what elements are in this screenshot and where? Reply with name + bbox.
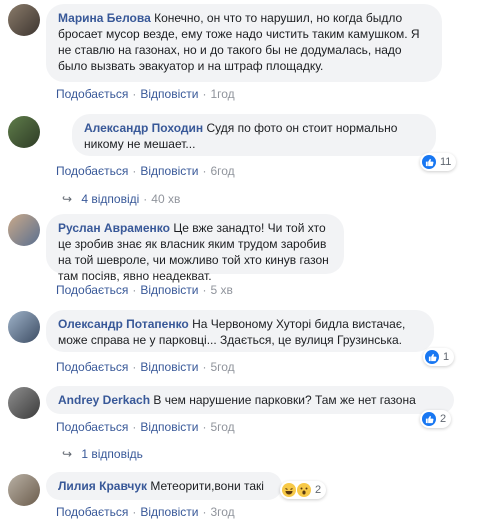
comment-author[interactable]: Руслан Авраменко: [58, 221, 170, 235]
like-icon: [422, 412, 436, 426]
separator-dot: ·: [132, 283, 137, 297]
reaction-count: 2: [315, 484, 322, 496]
separator-dot: ·: [202, 283, 207, 297]
separator-dot: ·: [132, 360, 137, 374]
comment-bubble: Andrey Derkach В чем нарушение парковки?…: [46, 386, 454, 414]
like-link[interactable]: Подобається: [56, 164, 128, 178]
comment-actions: Подобається · Відповісти · 6год: [56, 164, 235, 178]
reply-link[interactable]: Відповісти: [140, 283, 198, 297]
like-link[interactable]: Подобається: [56, 87, 128, 101]
comment-time[interactable]: 1год: [210, 87, 234, 101]
separator-dot: ·: [132, 420, 137, 434]
comment-text: В чем нарушение парковки? Там же нет газ…: [153, 393, 416, 407]
comment-time[interactable]: 6год: [210, 164, 234, 178]
comment-actions: Подобається · Відповісти · 1год: [56, 87, 235, 101]
reaction-badge[interactable]: 2: [280, 481, 327, 499]
reply-arrow-icon: ↪: [62, 447, 73, 461]
separator-dot: ·: [202, 505, 207, 519]
separator-dot: ·: [202, 420, 207, 434]
comment-time[interactable]: 3год: [210, 505, 234, 519]
comment-time[interactable]: 5год: [210, 360, 234, 374]
comment-author[interactable]: Александр Походин: [84, 121, 203, 135]
comment-author[interactable]: Лилия Кравчук: [58, 479, 147, 493]
avatar[interactable]: [8, 387, 40, 419]
reaction-badge[interactable]: 1: [423, 348, 455, 366]
replies-count[interactable]: 4 відповіді: [81, 192, 139, 206]
reply-link[interactable]: Відповісти: [140, 505, 198, 519]
reaction-count: 1: [443, 351, 450, 363]
like-link[interactable]: Подобається: [56, 505, 128, 519]
reaction-badge[interactable]: 2: [420, 410, 452, 428]
like-icon: [425, 350, 439, 364]
reaction-badge[interactable]: 11: [420, 153, 457, 171]
comment-bubble: Руслан Авраменко Це вже занадто! Чи той …: [46, 214, 344, 283]
like-link[interactable]: Подобається: [56, 360, 128, 374]
haha-icon: [282, 483, 296, 497]
avatar[interactable]: [8, 116, 40, 148]
view-replies[interactable]: ↪ 4 відповіді · 40 хв: [62, 192, 180, 206]
comment-bubble: Олександр Потапенко На Червоному Хуторі …: [46, 310, 434, 352]
reply-link[interactable]: Відповісти: [140, 87, 198, 101]
view-replies[interactable]: ↪ 1 відповідь: [62, 447, 143, 461]
wow-icon: [297, 483, 311, 497]
comment-author[interactable]: Andrey Derkach: [58, 393, 150, 407]
reply-arrow-icon: ↪: [62, 192, 73, 206]
reaction-count: 2: [440, 413, 447, 425]
comment-time[interactable]: 5 хв: [210, 283, 232, 297]
reply-link[interactable]: Відповісти: [140, 164, 198, 178]
comment-actions: Подобається · Відповісти · 5год: [56, 360, 235, 374]
avatar[interactable]: [8, 4, 40, 36]
separator-dot: ·: [202, 87, 207, 101]
comment-actions: Подобається · Відповісти · 3год: [56, 505, 235, 519]
like-link[interactable]: Подобається: [56, 283, 128, 297]
replies-time: 40 хв: [151, 192, 181, 206]
separator-dot: ·: [132, 164, 137, 178]
comment-actions: Подобається · Відповісти · 5 хв: [56, 283, 233, 297]
avatar[interactable]: [8, 214, 40, 246]
comment-bubble: Лилия Кравчук Метеорити,вони такі: [46, 472, 282, 500]
separator-dot: ·: [132, 87, 137, 101]
reaction-count: 11: [440, 156, 452, 168]
replies-count[interactable]: 1 відповідь: [81, 447, 143, 461]
like-link[interactable]: Подобається: [56, 420, 128, 434]
like-icon: [422, 155, 436, 169]
reply-link[interactable]: Відповісти: [140, 360, 198, 374]
reply-link[interactable]: Відповісти: [140, 420, 198, 434]
separator-dot: ·: [202, 164, 207, 178]
comment-time[interactable]: 5год: [210, 420, 234, 434]
comment-bubble: Марина Белова Конечно, он что то нарушил…: [46, 4, 442, 82]
comment-text: Метеорити,вони такі: [150, 479, 264, 493]
avatar[interactable]: [8, 311, 40, 343]
comment-actions: Подобається · Відповісти · 5год: [56, 420, 235, 434]
separator-dot: ·: [143, 192, 148, 206]
separator-dot: ·: [202, 360, 207, 374]
comment-author[interactable]: Марина Белова: [58, 11, 151, 25]
comment-bubble: Александр Походин Судя по фото он стоит …: [72, 114, 436, 156]
separator-dot: ·: [132, 505, 137, 519]
avatar[interactable]: [8, 474, 40, 506]
comment-author[interactable]: Олександр Потапенко: [58, 317, 189, 331]
